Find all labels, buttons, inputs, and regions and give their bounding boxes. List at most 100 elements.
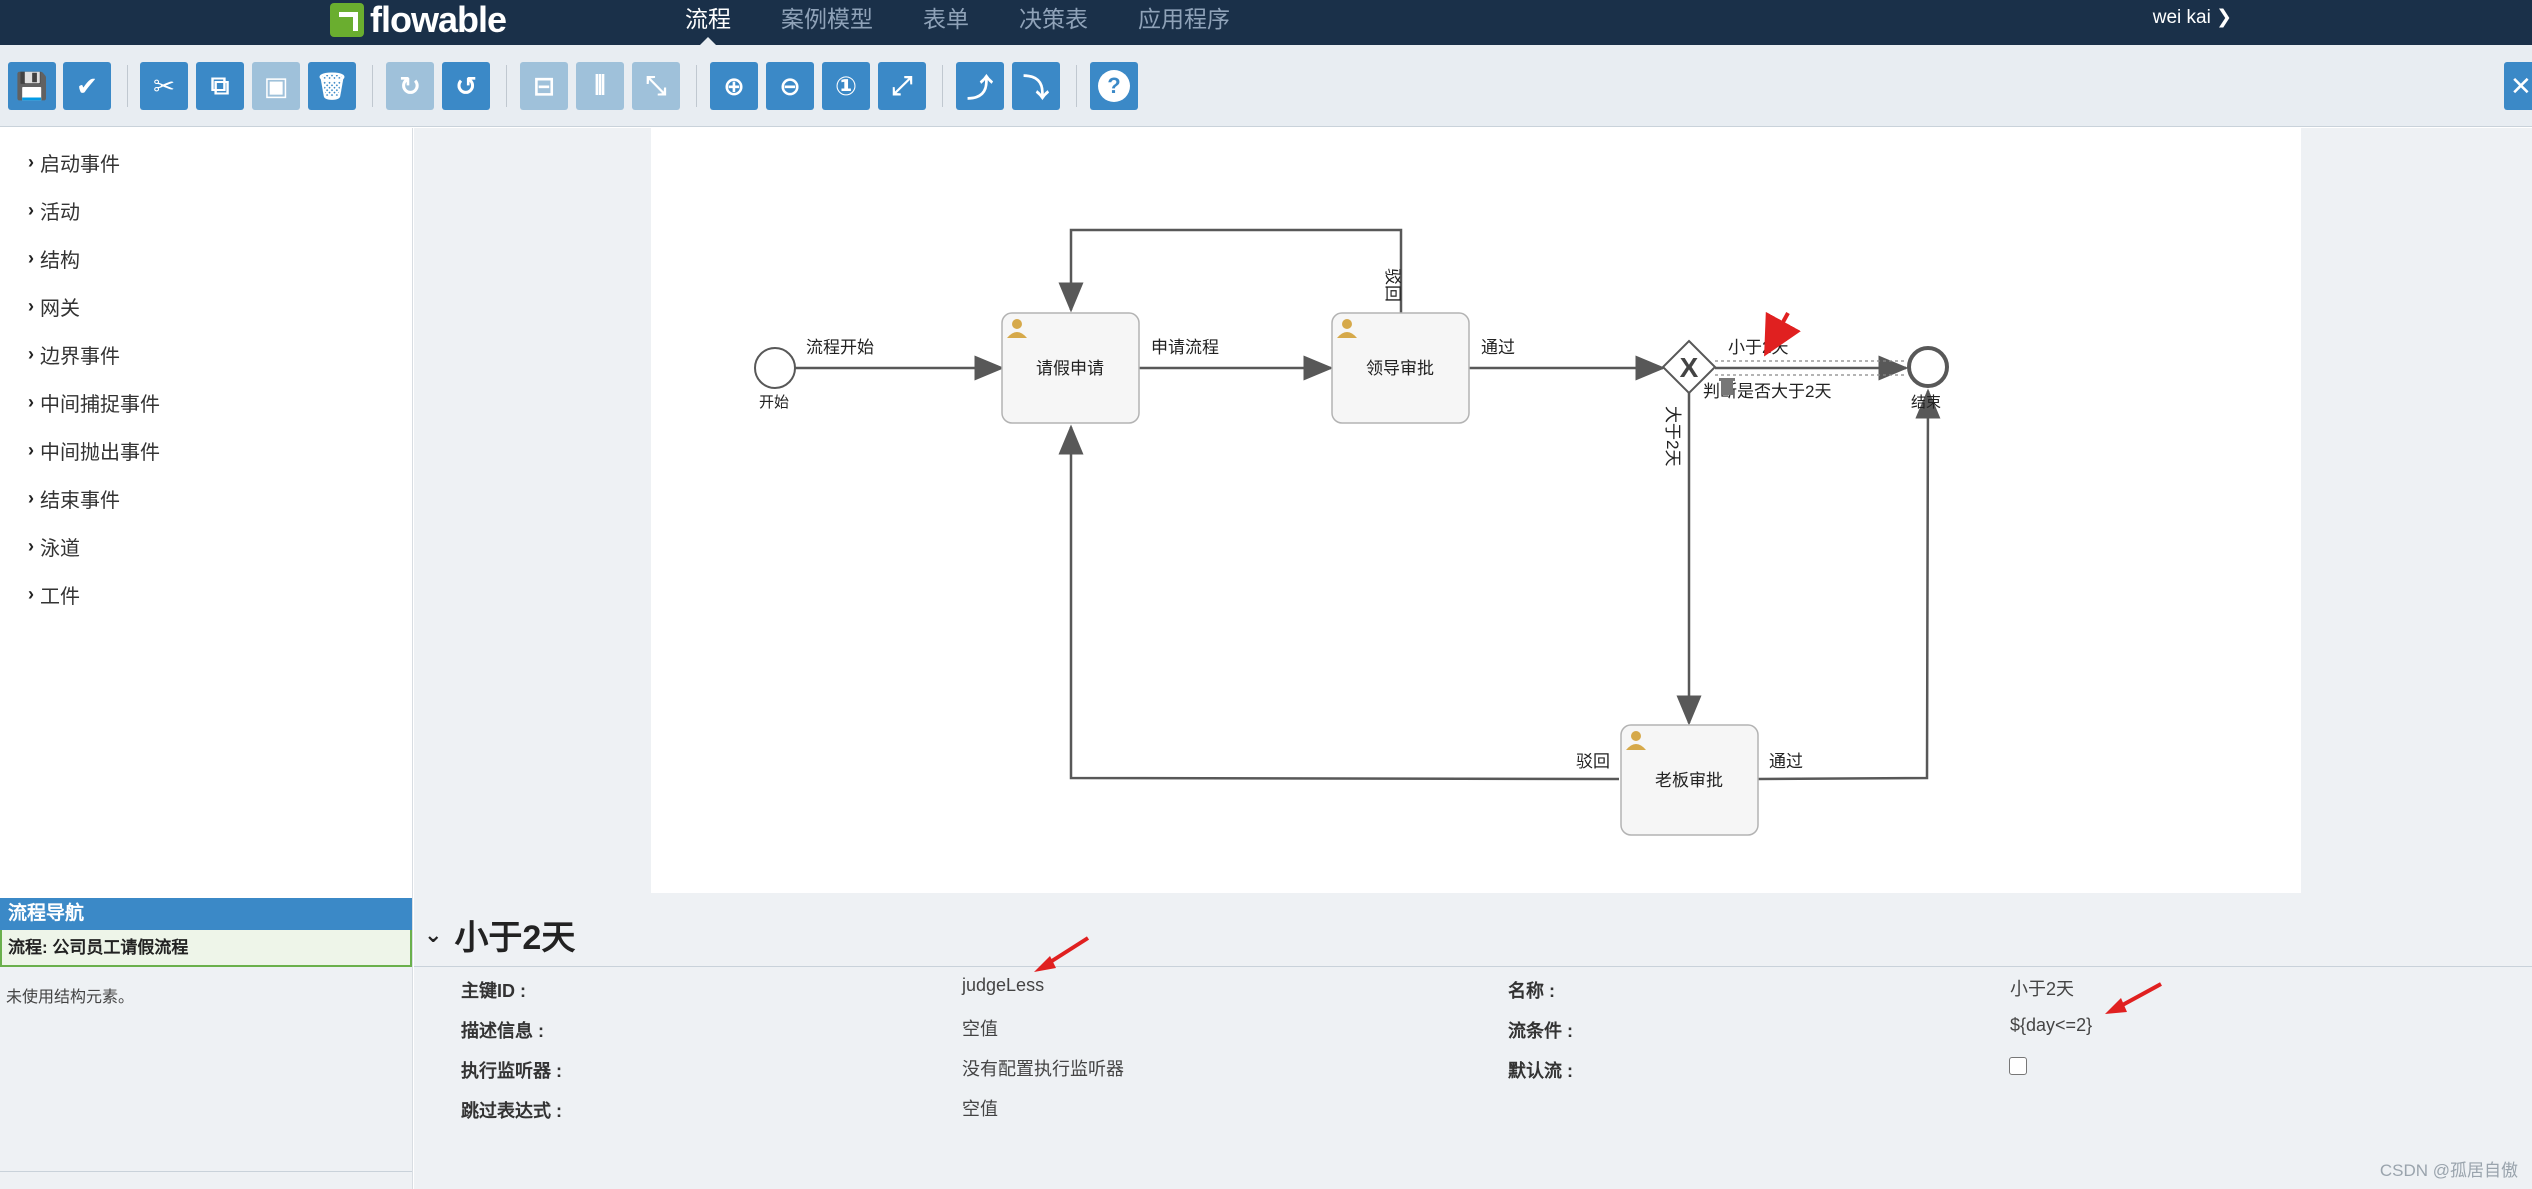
value-execution-listeners[interactable]: 没有配置执行监听器 (962, 1055, 1124, 1081)
palette-group-boundary-events[interactable]: › 边界事件 (28, 340, 120, 369)
palette-group-label: 网关 (40, 298, 80, 320)
align-horizontal-button[interactable]: ⊟ (520, 62, 568, 110)
label-name: 名称 : (1508, 981, 1555, 1001)
label-flow-condition: 流条件 : (1508, 1021, 1573, 1041)
paste-button[interactable]: ▣ (252, 62, 300, 110)
palette-group-artifacts[interactable]: › 工件 (28, 580, 80, 609)
palette-group-label: 中间抛出事件 (40, 442, 160, 464)
palette-group-activities[interactable]: › 活动 (28, 196, 80, 225)
palette-group-catch-events[interactable]: › 中间捕捉事件 (28, 388, 160, 417)
editor-toolbar: 💾 ✔ ✂ ⧉ ▣ 🗑 ↻ ↺ ⊟ ⫴ ⤡ ⊕ ⊖ ① ⤢ ⤴ ⤵ ? ✕ (0, 45, 2532, 127)
redo-button[interactable]: ↻ (386, 62, 434, 110)
chevron-right-icon: › (28, 152, 34, 172)
trash-icon[interactable] (1719, 378, 1735, 395)
toolbar-divider (127, 65, 128, 107)
delete-button[interactable]: 🗑 (308, 62, 356, 110)
start-event[interactable] (754, 347, 796, 389)
diagram-canvas[interactable]: 流程开始 申请流程 通过 驳回 小于2天 大于2天 驳回 通过 开始 请假申请 … (651, 128, 2301, 893)
user-menu[interactable]: wei kai ❯ (2153, 0, 2232, 36)
add-bendpoint-button[interactable]: ⤴ (956, 62, 1004, 110)
align-vertical-icon: ⫴ (594, 70, 606, 100)
zoom-out-icon: ⊖ (779, 70, 801, 101)
tab-forms[interactable]: 表单 (898, 0, 994, 40)
default-flow-checkbox[interactable] (2009, 1057, 2027, 1075)
start-event-label: 开始 (759, 394, 789, 411)
validate-button[interactable]: ✔ (63, 62, 111, 110)
label-default-flow: 默认流 : (1508, 1061, 1573, 1081)
align-horizontal-icon: ⊟ (533, 70, 555, 101)
chevron-down-icon: ⌄ (424, 921, 443, 947)
tab-case-model[interactable]: 案例模型 (756, 0, 898, 40)
properties-title[interactable]: ⌄ 小于2天 (424, 910, 575, 959)
close-icon: ✕ (2510, 71, 2532, 101)
flow-pass1-label: 通过 (1481, 338, 1515, 357)
chevron-right-icon: › (28, 200, 34, 220)
flow-reject1[interactable] (1058, 228, 1403, 313)
properties-divider (414, 966, 2532, 967)
chevron-right-icon: › (28, 392, 34, 412)
zoom-actual-button[interactable]: ① (822, 62, 870, 110)
flow-reject1-label: 驳回 (1383, 268, 1402, 302)
task-leader-approval[interactable]: 领导审批 (1331, 312, 1470, 424)
navigator-process-item[interactable]: 流程: 公司员工请假流程 (0, 930, 412, 967)
value-id[interactable]: judgeLess (962, 975, 1044, 996)
palette-group-label: 活动 (40, 202, 80, 224)
palette-group-label: 边界事件 (40, 346, 120, 368)
check-icon: ✔ (76, 70, 98, 101)
toolbar-divider (372, 65, 373, 107)
tab-decision-tables[interactable]: 决策表 (994, 0, 1113, 40)
flow-pass2[interactable] (1756, 388, 1941, 781)
cut-icon: ✂ (153, 70, 175, 101)
value-skip-expression[interactable]: 空值 (962, 1095, 998, 1121)
same-size-button[interactable]: ⤡ (632, 62, 680, 110)
gateway-x-icon: X (1680, 352, 1699, 383)
properties-title-text: 小于2天 (454, 919, 576, 957)
value-description[interactable]: 空值 (962, 1015, 998, 1041)
palette-group-structural[interactable]: › 结构 (28, 244, 80, 273)
label-execution-listeners: 执行监听器 : (461, 1061, 562, 1081)
value-name[interactable]: 小于2天 (2010, 975, 2074, 1001)
palette-group-label: 结构 (40, 250, 80, 272)
canvas-area[interactable]: 流程开始 申请流程 通过 驳回 小于2天 大于2天 驳回 通过 开始 请假申请 … (414, 128, 2532, 898)
flow-more-label: 大于2天 (1663, 406, 1682, 466)
remove-bendpoint-button[interactable]: ⤵ (1012, 62, 1060, 110)
tab-process[interactable]: 流程 (660, 0, 756, 46)
task-boss-approval[interactable]: 老板审批 (1620, 724, 1759, 836)
palette-group-throw-events[interactable]: › 中间抛出事件 (28, 436, 160, 465)
annotation-arrow (2105, 982, 2162, 1014)
palette-group-label: 中间捕捉事件 (40, 394, 160, 416)
undo-icon: ↺ (455, 70, 477, 101)
cut-button[interactable]: ✂ (140, 62, 188, 110)
zoom-out-button[interactable]: ⊖ (766, 62, 814, 110)
palette-group-gateways[interactable]: › 网关 (28, 292, 80, 321)
palette-group-end-events[interactable]: › 结束事件 (28, 484, 120, 513)
zoom-fit-button[interactable]: ⤢ (878, 62, 926, 110)
palette-group-label: 泳道 (40, 538, 80, 560)
palette-group-label: 工件 (40, 586, 80, 608)
copy-button[interactable]: ⧉ (196, 62, 244, 110)
flow-reject2[interactable] (1058, 424, 1620, 781)
toolbar-divider (1076, 65, 1077, 107)
align-vertical-button[interactable]: ⫴ (576, 62, 624, 110)
task-apply-leave[interactable]: 请假申请 (1001, 312, 1140, 424)
close-editor-button[interactable]: ✕ (2504, 62, 2532, 110)
bpmn-diagram[interactable]: 流程开始 申请流程 通过 驳回 小于2天 大于2天 驳回 通过 开始 请假申请 … (651, 128, 2301, 893)
save-icon: 💾 (15, 70, 49, 101)
help-icon: ? (1098, 70, 1130, 102)
save-button[interactable]: 💾 (8, 62, 56, 110)
chevron-right-icon: › (28, 488, 34, 508)
tab-apps[interactable]: 应用程序 (1113, 0, 1255, 40)
zoom-in-button[interactable]: ⊕ (710, 62, 758, 110)
flowable-logo[interactable]: flowable (330, 0, 507, 40)
palette-group-swimlanes[interactable]: › 泳道 (28, 532, 80, 561)
chevron-right-icon: › (28, 440, 34, 460)
palette-group-start-events[interactable]: › 启动事件 (28, 148, 120, 177)
chevron-right-icon: › (28, 248, 34, 268)
same-size-icon: ⤡ (645, 70, 667, 100)
remove-bendpoint-icon: ⤵ (1022, 72, 1049, 103)
palette-group-label: 结束事件 (40, 490, 120, 512)
undo-button[interactable]: ↺ (442, 62, 490, 110)
value-flow-condition[interactable]: ${day<=2} (2010, 1015, 2092, 1036)
end-event[interactable] (1907, 346, 1949, 388)
help-button[interactable]: ? (1090, 62, 1138, 110)
